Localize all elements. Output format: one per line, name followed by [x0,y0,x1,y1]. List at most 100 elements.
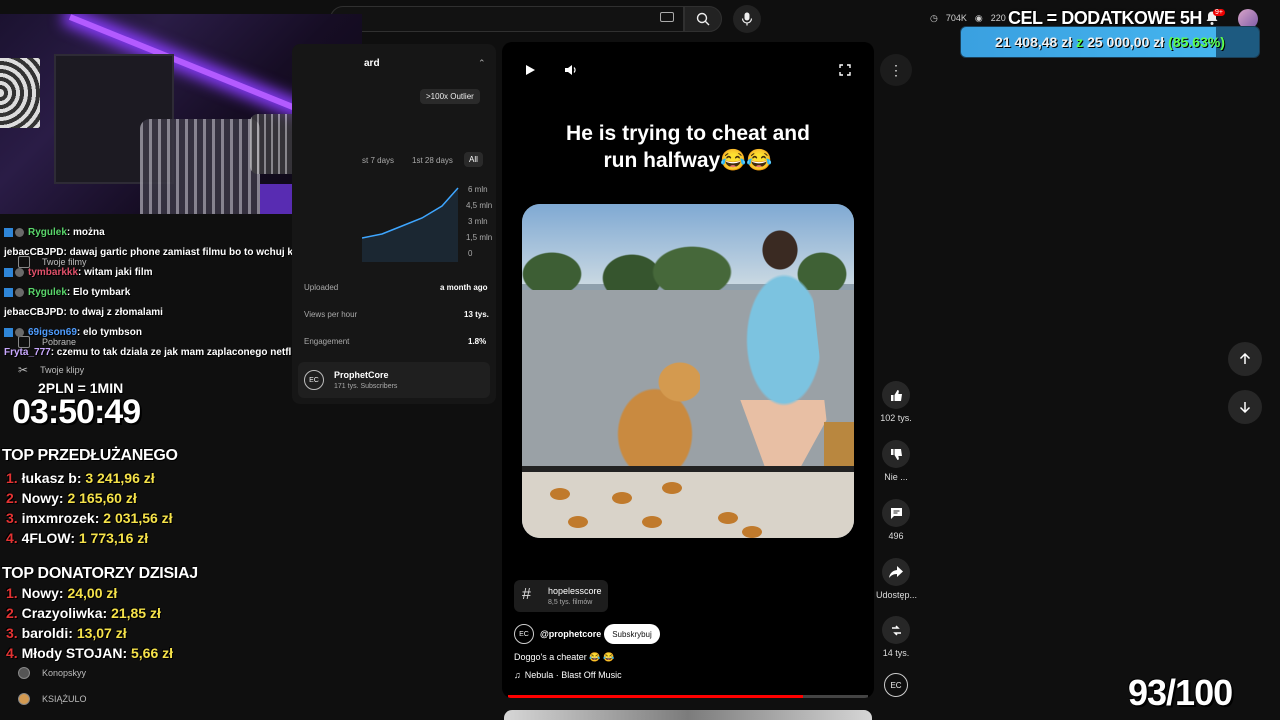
sidebar-item-clips[interactable]: ✂ Twoje klipy [18,363,84,377]
search-button[interactable] [684,6,722,32]
range-28-days[interactable]: 1st 28 days [412,156,453,165]
remix-button[interactable]: 14 tys. [876,616,916,658]
previous-video-button[interactable] [1228,342,1262,376]
channel-row[interactable]: EC ProphetCore 171 tys. Subscribers [298,362,490,398]
hashtag-chip[interactable]: # hopelesscore 8,5 tys. filmów [514,580,608,612]
donor-row: 1. Nowy: 24,00 zł [6,585,118,601]
stat-value: 13 tys. [464,310,489,319]
badge-icon [15,227,24,237]
music-note-icon: ♫ [514,670,521,680]
video-title: Doggo's a cheater 😂 😂 [514,652,615,662]
microphone-icon [741,12,753,26]
dartboard [0,58,40,128]
sound-source-avatar[interactable]: EC [884,673,908,697]
comments-button[interactable]: 496 [876,499,916,541]
voice-search-button[interactable] [733,5,761,33]
top-today-title: TOP DONATORZY DZISIAJ [2,565,198,582]
sidebar-item-konopskyy[interactable]: Konopskyy [18,667,86,679]
more-vertical-icon: ⋮ [889,61,903,78]
channel-avatar[interactable]: EC [514,624,534,644]
volume-button[interactable] [562,62,578,78]
goal-of: z [1076,34,1084,50]
donation-goal-bar: 21 408,48 zł z 25 000,00 zł (85.63%) [960,26,1260,58]
clock-icon: ◷ [930,12,938,23]
channel-logo-icon: EC [304,370,324,390]
progress-fill [508,695,804,698]
like-button[interactable]: 102 tys. [876,381,916,423]
badge-icon [4,287,13,297]
channel-avatar-icon [18,667,30,679]
progress-bar[interactable] [508,695,868,698]
y-tick: 3 mln [468,217,488,226]
donor-row: 2. Crazyoliwka: 21,85 zł [6,605,161,621]
outlier-badge: >100x Outlier [420,89,480,104]
badge-icon [4,267,13,277]
badge-icon [15,287,24,297]
y-tick: 4,5 mln [466,201,493,210]
donor-row: 3. baroldi: 13,07 zł [6,625,127,641]
next-video-preview[interactable] [504,710,872,720]
stat-viewers: 220 [990,13,1006,23]
next-video-button[interactable] [1228,390,1262,424]
top-extended-title: TOP PRZEDŁUŻANEGO [2,447,178,464]
search-icon [696,12,710,26]
badge-icon [15,327,24,337]
share-button[interactable]: Udostęp... [876,558,917,600]
channel-subs: 171 tys. Subscribers [334,383,398,390]
channel-name: ProphetCore [334,370,389,380]
more-options-button[interactable]: ⋮ [880,54,912,86]
music-row[interactable]: ♫ Nebula · Blast Off Music [514,670,622,680]
stat-uptime: 704K [945,13,967,23]
donor-row: 4. Młody STOJAN: 5,66 zł [6,645,174,661]
y-tick: 6 mln [468,185,488,194]
stat-label: Engagement [304,337,350,346]
video-counter: 93/100 [1128,672,1233,713]
dislike-button[interactable]: Nie ... [876,440,916,482]
hashtag-name: hopelesscore [548,586,602,596]
play-icon [526,65,535,75]
share-icon [889,566,903,578]
sidebar-item-ksiazulo[interactable]: KSIĄŻULO [18,693,87,705]
subathon-timer: 03:50:49 [12,393,141,431]
scissors-icon: ✂ [18,363,29,377]
hashtag-icon: # [522,586,531,603]
arrow-down-icon [1239,402,1251,413]
views-chart [362,187,459,262]
video-caption: He is trying to cheat and run halfway😂😂 [566,122,810,172]
badge-icon [4,227,13,237]
play-button[interactable] [522,62,538,78]
goal-percent: (85.63%) [1168,34,1225,50]
stat-value: a month ago [440,283,488,292]
subscribe-button[interactable]: Subskrybuj [604,624,660,644]
badge-icon [4,327,13,337]
goal-target: 25 000,00 zł [1087,34,1165,50]
channel-avatar-icon [18,693,30,705]
channel-handle[interactable]: @prophetcore [540,629,601,639]
eye-icon: ◉ [974,12,983,23]
range-all[interactable]: All [464,152,483,167]
dog-figure [610,354,700,474]
search-input[interactable] [330,6,684,32]
y-tick: 0 [468,249,473,258]
hashtag-count: 8,5 tys. filmów [548,599,593,606]
keyboard-icon[interactable] [660,12,674,22]
analytics-card: ard ⌃ >100x Outlier st 7 days 1st 28 day… [292,44,496,404]
donor-row: 1. łukasz b: 3 241,96 zł [6,470,155,486]
collapse-chevron-icon[interactable]: ⌃ [478,58,486,69]
donor-row: 4. 4FLOW: 1 773,16 zł [6,530,149,546]
fullscreen-button[interactable] [837,62,853,78]
stat-label: Uploaded [304,283,339,292]
stat-label: Views per hour [304,310,358,319]
volume-icon [564,65,576,75]
comment-icon [890,507,902,519]
fullscreen-icon [839,64,851,76]
shorts-player[interactable]: He is trying to cheat and run halfway😂😂 … [502,42,874,698]
y-tick: 1,5 mln [466,233,493,242]
badge-icon [15,267,24,277]
range-7-days[interactable]: st 7 days [362,156,394,165]
stream-stats: ◷ 704K ◉ 220 [930,10,1006,26]
stat-value: 1.8% [468,337,487,346]
donor-row: 3. imxmrozek: 2 031,56 zł [6,510,173,526]
remix-icon [891,624,901,636]
thumbs-up-icon [890,389,902,401]
